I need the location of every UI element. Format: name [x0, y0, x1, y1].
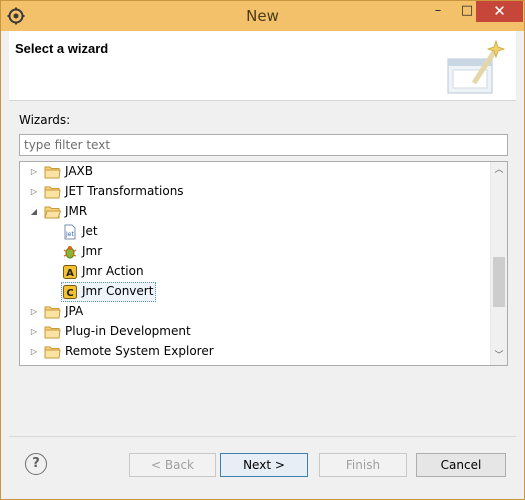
tree-item-label: JPA — [65, 304, 84, 318]
help-icon[interactable]: ? — [25, 453, 47, 475]
tree-item-label: JET Transformations — [65, 184, 184, 198]
expand-arrow-icon[interactable]: ▷ — [28, 346, 40, 358]
tree-item-jmr-action[interactable]: A Jmr Action — [20, 262, 489, 282]
svg-text:C: C — [66, 288, 73, 299]
collapse-arrow-icon[interactable]: ◢ — [28, 206, 40, 218]
divider — [9, 436, 516, 437]
close-button[interactable]: ✕ — [476, 1, 523, 22]
svg-text:Jet: Jet — [65, 231, 74, 238]
tree-item-jet-transformations[interactable]: ▷ JET Transformations — [20, 182, 489, 202]
jmr-action-icon: A — [63, 265, 77, 279]
title-bar[interactable]: New – □ ✕ — [1, 1, 524, 31]
tree-item-jmr-convert[interactable]: C Jmr Convert — [20, 282, 489, 302]
back-button[interactable]: < Back — [129, 453, 216, 477]
expand-arrow-icon[interactable]: ▷ — [28, 166, 40, 178]
open-folder-icon — [44, 206, 61, 219]
vertical-scrollbar[interactable]: ︿ ﹀ — [490, 162, 507, 365]
tree-item-label: Jet — [82, 224, 98, 238]
new-wizard-banner-icon — [447, 39, 506, 94]
page-title: Select a wizard — [15, 41, 109, 56]
folder-icon — [44, 306, 61, 319]
jmr-convert-icon: C — [63, 285, 77, 299]
folder-icon — [44, 186, 61, 199]
folder-icon — [44, 346, 61, 359]
tree-item-label: Jmr Action — [82, 264, 144, 278]
tree-item-jaxb[interactable]: ▷ JAXB — [20, 162, 489, 182]
tree-item-label: JAXB — [65, 164, 93, 178]
tree-item-remote-system-explorer[interactable]: ▷ Remote System Explorer — [20, 342, 489, 362]
tree-item-jet[interactable]: Jet Jet — [20, 222, 489, 242]
finish-button[interactable]: Finish — [319, 453, 407, 477]
expand-arrow-icon[interactable]: ▷ — [28, 186, 40, 198]
next-button[interactable]: Next > — [220, 453, 308, 477]
tree-item-label: Jmr — [82, 244, 103, 258]
filter-input[interactable] — [19, 134, 508, 156]
wizards-label: Wizards: — [19, 113, 71, 127]
tree-item-label: Plug-in Development — [65, 324, 191, 338]
jmr-bug-icon — [63, 246, 77, 259]
tree-item-plugin-development[interactable]: ▷ Plug-in Development — [20, 322, 489, 342]
expand-arrow-icon[interactable]: ▷ — [28, 306, 40, 318]
svg-text:A: A — [66, 268, 74, 279]
minimize-button[interactable]: – — [424, 1, 452, 22]
scrollbar-thumb[interactable] — [493, 257, 505, 307]
scroll-up-icon[interactable]: ︿ — [491, 162, 507, 179]
tree-item-label: Jmr Convert — [82, 284, 154, 298]
tree-item-jmr-leaf[interactable]: Jmr — [20, 242, 489, 262]
tree-item-label: JMR — [65, 204, 88, 218]
tree-item-jmr[interactable]: ◢ JMR — [20, 202, 489, 222]
wizard-tree[interactable]: ▷ JAXB ▷ JET Transformations ◢ JMR Jet J… — [19, 161, 508, 366]
cancel-button[interactable]: Cancel — [416, 453, 506, 477]
expand-arrow-icon[interactable]: ▷ — [28, 326, 40, 338]
wizard-header: Select a wizard — [9, 31, 516, 101]
jet-file-icon: Jet — [64, 224, 76, 240]
tree-item-label: Remote System Explorer — [65, 344, 214, 358]
folder-icon — [44, 166, 61, 179]
folder-icon — [44, 326, 61, 339]
scroll-down-icon[interactable]: ﹀ — [491, 348, 507, 365]
new-wizard-window: New – □ ✕ Select a wizard Wizards: ▷ JAX… — [0, 0, 525, 500]
tree-item-jpa[interactable]: ▷ JPA — [20, 302, 489, 322]
